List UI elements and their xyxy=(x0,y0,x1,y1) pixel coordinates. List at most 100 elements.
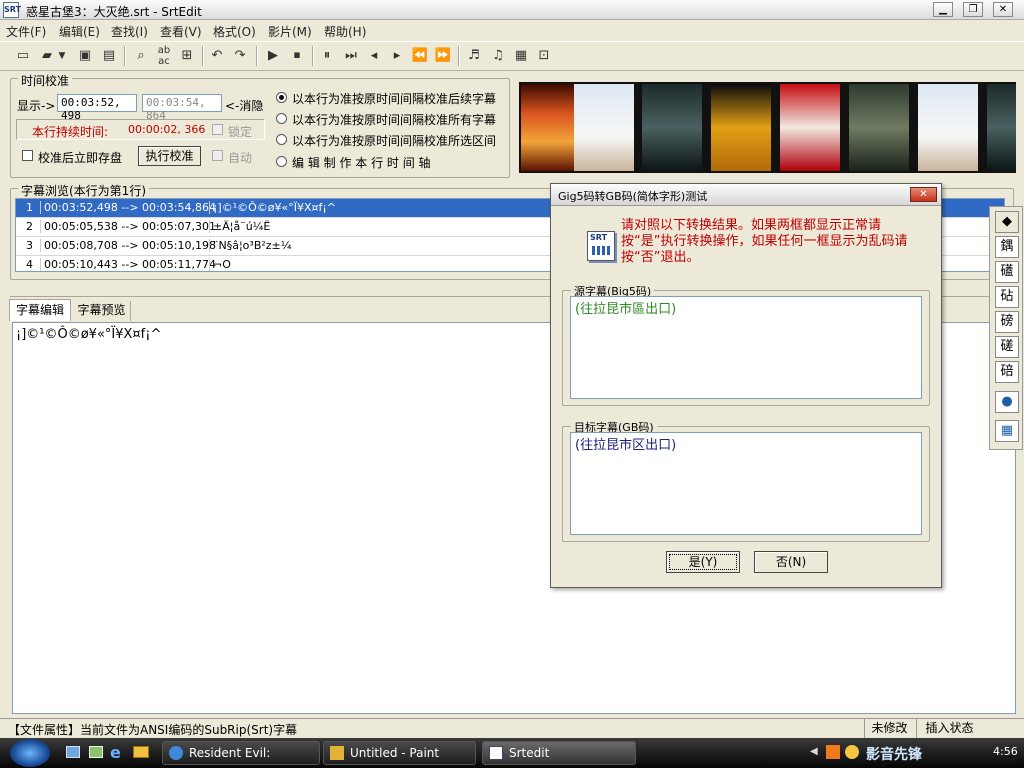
task-label: Srtedit xyxy=(509,746,550,760)
menu-edit[interactable]: 编辑(E) xyxy=(59,23,100,40)
show-label: 显示-> xyxy=(17,99,56,113)
tray-app-icon[interactable] xyxy=(845,745,859,759)
task-label: Resident Evil: Extinct... xyxy=(189,746,271,760)
option-label-2: 以本行为准按原时间间隔校准所有字幕 xyxy=(292,113,497,127)
save-all-icon[interactable]: ▤ xyxy=(98,45,120,67)
menu-find[interactable]: 查找(I) xyxy=(111,23,148,40)
task-resident-evil[interactable]: Resident Evil: Extinct... xyxy=(162,741,320,765)
undo-icon[interactable]: ↶ xyxy=(206,45,228,67)
restore-button[interactable]: ❐ xyxy=(963,2,983,17)
redo-icon[interactable]: ↷ xyxy=(229,45,251,67)
close-button[interactable]: ✕ xyxy=(993,2,1013,17)
tool-button[interactable]: 礚 xyxy=(995,261,1019,283)
menu-file[interactable]: 文件(F) xyxy=(6,23,46,40)
option-radio-3[interactable] xyxy=(276,134,287,145)
menu-format[interactable]: 格式(O) xyxy=(213,23,256,40)
row-number: 3 xyxy=(26,239,33,252)
tab-subtitle-edit[interactable]: 字幕编辑 xyxy=(9,299,71,321)
srt-file-icon: SRT xyxy=(587,231,615,261)
tool-button[interactable]: 鍝 xyxy=(995,236,1019,258)
yes-button[interactable]: 是(Y) xyxy=(666,551,740,573)
menu-movie[interactable]: 影片(M) xyxy=(268,23,312,40)
tool-button[interactable]: 磋 xyxy=(995,336,1019,358)
switch-windows-icon[interactable] xyxy=(89,746,103,758)
duration-label: 本行持续时间: xyxy=(32,125,109,139)
settings-icon[interactable]: ⊡ xyxy=(533,45,555,67)
stop-icon[interactable]: ⏹ xyxy=(286,45,308,67)
lock-label: 锁定 xyxy=(228,125,253,139)
show-desktop-icon[interactable] xyxy=(66,746,80,758)
grid-icon[interactable]: ▦ xyxy=(995,420,1019,442)
target-subtitle-box[interactable]: (往拉昆市区出口) xyxy=(570,432,922,535)
new-file-icon[interactable]: ▭ xyxy=(12,45,34,67)
option-radio-1[interactable] xyxy=(276,92,287,103)
execute-calibration-button[interactable]: 执行校准 xyxy=(138,146,201,166)
tool-button[interactable]: 磅 xyxy=(995,311,1019,333)
dropdown-icon[interactable]: ▼ xyxy=(56,45,68,67)
poster-image xyxy=(849,84,909,171)
poster-image xyxy=(521,84,581,171)
srt-app-icon[interactable]: SRT xyxy=(3,2,21,18)
subtitle-browse-label: 字幕浏览(本行为第1行) xyxy=(18,182,149,199)
minimize-button[interactable]: ▁ xyxy=(933,2,953,17)
open-folder-icon[interactable]: ▰ xyxy=(36,45,58,67)
option-radio-4[interactable] xyxy=(276,156,287,167)
srt-icon-label: SRT xyxy=(590,233,608,242)
toolbar-separator xyxy=(458,46,460,66)
tool-button[interactable]: 砧 xyxy=(995,286,1019,308)
film-icon xyxy=(592,246,611,255)
replace-icon[interactable]: ab ac xyxy=(153,45,175,67)
save-after-checkbox[interactable] xyxy=(22,150,33,161)
task-paint[interactable]: Untitled - Paint xyxy=(323,741,476,765)
start-button[interactable] xyxy=(10,739,50,767)
insert-status: 插入状态 xyxy=(916,719,982,738)
tray-app-icon[interactable] xyxy=(826,745,840,759)
tab-subtitle-preview[interactable]: 字幕预览 xyxy=(73,301,131,321)
dialog-close-button[interactable]: ✕ xyxy=(910,187,937,202)
window-title: 惑星古堡3：大灭绝.srt - SrtEdit xyxy=(26,5,202,19)
option-radio-2[interactable] xyxy=(276,113,287,124)
cancel-label: <-消隐 xyxy=(225,99,264,113)
row-time: 00:05:10,443 --> 00:05:11,774 xyxy=(40,258,216,271)
preview-icon[interactable]: ⊞ xyxy=(176,45,198,67)
pause-icon[interactable]: ⏸ xyxy=(316,45,338,67)
show-end-time-field: 00:03:54, 864 xyxy=(142,94,222,122)
time-calibration-label: 时间校准 xyxy=(18,72,73,89)
row-number: 1 xyxy=(26,201,33,214)
pin-icon[interactable]: ◆ xyxy=(995,211,1019,233)
find-icon[interactable]: ⌕ xyxy=(130,45,152,67)
ie-icon[interactable]: e xyxy=(110,743,121,762)
no-button[interactable]: 否(N) xyxy=(754,551,828,573)
poster-image xyxy=(711,84,771,171)
menu-help[interactable]: 帮助(H) xyxy=(324,23,366,40)
task-srtedit[interactable]: Srtedit xyxy=(482,741,636,765)
tool-button[interactable]: 碚 xyxy=(995,361,1019,383)
clock: 4:56 xyxy=(993,745,1018,758)
previous-icon[interactable]: ◂ xyxy=(363,45,385,67)
title-bar: SRT 惑星古堡3：大灭绝.srt - SrtEdit ▁ ❐ ✕ xyxy=(0,0,1024,20)
next-frame-icon[interactable]: ⏭ xyxy=(340,45,362,67)
audio-icon[interactable]: ♬ xyxy=(463,45,485,67)
row-text: ±Ä¦å¨ú¼Ë xyxy=(209,220,270,233)
dialog-title-bar: Gig5码转GB码(简体字形)测试 ✕ xyxy=(551,184,941,206)
tray-arrow-icon[interactable]: ◀ xyxy=(810,746,818,757)
explorer-icon[interactable] xyxy=(133,746,149,758)
play-icon[interactable]: ▶ xyxy=(262,45,284,67)
srt-app-icon xyxy=(489,746,503,760)
fast-forward-icon[interactable]: ⏩ xyxy=(432,45,454,67)
menu-view[interactable]: 查看(V) xyxy=(160,23,202,40)
rewind-icon[interactable]: ⏪ xyxy=(409,45,431,67)
duration-value: 00:00:02, 366 xyxy=(128,123,206,136)
option-label-3: 以本行为准按原时间间隔校准所选区间 xyxy=(292,134,497,148)
audio-settings-icon[interactable]: ♫ xyxy=(487,45,509,67)
next-icon[interactable]: ▸ xyxy=(386,45,408,67)
video-icon[interactable]: ▦ xyxy=(510,45,532,67)
row-time: 00:03:52,498 --> 00:03:54,864 xyxy=(40,201,216,214)
poster-image xyxy=(780,84,840,171)
globe-icon[interactable]: ● xyxy=(995,391,1019,413)
show-time-field[interactable]: 00:03:52, 498 xyxy=(57,94,137,122)
source-subtitle-box[interactable]: (往拉昆市區出口) xyxy=(570,296,922,399)
save-icon[interactable]: ▣ xyxy=(74,45,96,67)
taskbar: e Resident Evil: Extinct... Untitled - P… xyxy=(0,738,1024,768)
toolbar-separator xyxy=(312,46,314,66)
